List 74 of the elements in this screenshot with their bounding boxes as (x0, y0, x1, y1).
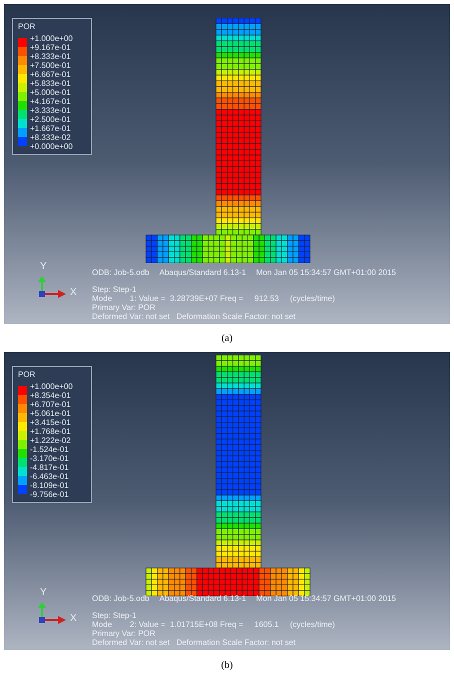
legend-label: -8.109e-01 (30, 481, 70, 490)
info-text: Deformed Var: not set Deformation Scale Factor: not set (92, 638, 296, 647)
figure-caption: (b) (221, 658, 233, 672)
color-swatch (18, 386, 27, 395)
color-swatch (18, 404, 27, 413)
color-swatch (18, 65, 27, 74)
color-swatch (18, 110, 27, 119)
color-swatch (18, 440, 27, 449)
legend-label: +9.167e-01 (30, 43, 72, 52)
legend-label: +8.333e-01 (30, 52, 72, 61)
color-swatch (18, 128, 27, 137)
color-swatch (18, 47, 27, 56)
info-text: Step: Step-1 (92, 611, 138, 620)
info-text: Deformed Var: not set Deformation Scale Factor: not set (92, 312, 296, 321)
legend-label: +8.354e-01 (30, 391, 72, 400)
color-swatch (18, 431, 27, 440)
legend-title: POR (18, 370, 36, 380)
color-swatch (18, 476, 27, 485)
legend-label: +4.167e-01 (30, 97, 72, 106)
legend-label: +5.061e-01 (30, 409, 72, 418)
legend-label: +0.000e+00 (30, 142, 73, 151)
color-swatch (18, 449, 27, 458)
legend-label: +3.333e-01 (30, 106, 72, 115)
color-swatch (18, 485, 27, 494)
color-swatch (18, 422, 27, 431)
legend-label: +3.415e-01 (30, 418, 72, 427)
info-text: Step: Step-1 (92, 285, 138, 294)
axis-label: X (70, 614, 77, 624)
axis-label: X (70, 288, 77, 298)
legend-label: -6.463e-01 (30, 472, 70, 481)
info-text: Abaqus/Standard 6.13-1 (159, 594, 246, 603)
legend-label: -1.524e-01 (30, 445, 70, 454)
info-text: Abaqus/Standard 6.13-1 (159, 268, 246, 277)
legend-label: +1.222e-02 (30, 436, 72, 445)
color-swatch (18, 395, 27, 404)
info-text: Mon Jan 05 15:34:57 GMT+01:00 2015 (256, 594, 396, 603)
legend-label: +6.667e-01 (30, 70, 72, 79)
legend-label: +7.500e-01 (30, 61, 72, 70)
axis-triad-icon (36, 602, 68, 624)
legend-label: +5.833e-01 (30, 79, 72, 88)
color-swatch (18, 83, 27, 92)
info-text: ODB: Job-5.odb (92, 594, 150, 603)
legend-label: +1.000e+00 (30, 382, 73, 391)
axis-label: Y (40, 588, 47, 598)
legend-title: POR (18, 22, 36, 32)
color-swatch (18, 119, 27, 128)
legend-label: +2.500e-01 (30, 115, 72, 124)
legend-label: +1.000e+00 (30, 34, 73, 43)
color-swatch (18, 101, 27, 110)
color-swatch (18, 56, 27, 65)
color-swatch (18, 413, 27, 422)
color-swatch (18, 467, 27, 476)
info-text: ODB: Job-5.odb (92, 268, 150, 277)
info-text: Mode 2: Value = 1.01715E+08 Freq = 1605.1 (cycles/time) (92, 620, 336, 629)
legend-label: -9.756e-01 (30, 490, 70, 499)
legend-label: +1.667e-01 (30, 124, 72, 133)
info-text: Mon Jan 05 15:34:57 GMT+01:00 2015 (256, 268, 396, 277)
color-swatch (18, 92, 27, 101)
color-swatch (18, 38, 27, 47)
info-text: Mode 1: Value = 3.28739E+07 Freq = 912.53 (cycles/time) (92, 294, 336, 303)
legend-label: -4.817e-01 (30, 463, 70, 472)
legend-label: +1.768e-01 (30, 427, 72, 436)
legend-label: +5.000e-01 (30, 88, 72, 97)
axis-label: Y (40, 262, 47, 272)
color-swatch (18, 137, 27, 146)
color-swatch (18, 458, 27, 467)
legend-label: +6.707e-01 (30, 400, 72, 409)
axis-triad-icon (36, 276, 68, 298)
legend-label: -3.170e-01 (30, 454, 70, 463)
info-text: Primary Var: POR (92, 629, 156, 638)
figure-caption: (a) (221, 332, 233, 346)
info-text: Primary Var: POR (92, 303, 156, 312)
color-swatch (18, 74, 27, 83)
legend-label: +8.333e-02 (30, 133, 72, 142)
